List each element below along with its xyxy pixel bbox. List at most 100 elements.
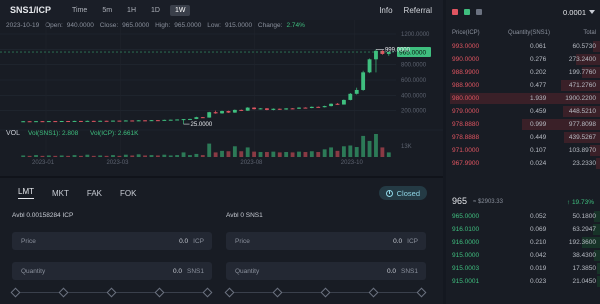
view-bids-icon[interactable] <box>464 9 470 15</box>
volume-bar <box>290 152 295 157</box>
tab-lmt[interactable]: LMT <box>18 187 34 199</box>
clock-icon <box>385 189 393 197</box>
volume-bar <box>232 146 237 157</box>
tab-fok[interactable]: FOK <box>120 189 136 198</box>
candle-body <box>46 121 51 123</box>
ask-row[interactable]: 990.0000 0.276 273.2400 <box>446 53 600 66</box>
slider-stop-0[interactable] <box>224 287 235 298</box>
slider-stop-100[interactable] <box>202 287 213 298</box>
row-quantity: 0.024 <box>530 160 547 167</box>
sell-price-input[interactable]: Price 0.0 ICP <box>226 232 426 250</box>
slider-stop-50[interactable] <box>106 287 117 298</box>
row-total: 63.2947 <box>572 226 597 233</box>
slider-stop-25[interactable] <box>58 287 69 298</box>
buy-price-unit: ICP <box>193 237 204 245</box>
ask-row[interactable]: 979.0000 0.459 448.5210 <box>446 105 600 118</box>
candle-body <box>232 109 237 113</box>
timeframe-1h[interactable]: 1H <box>122 5 141 16</box>
timeframe-1d[interactable]: 1D <box>146 5 165 16</box>
bid-row[interactable]: 915.0001 0.023 21.0450 <box>446 275 600 288</box>
info-link[interactable]: Info <box>379 6 392 15</box>
candle-body <box>329 103 333 107</box>
timeframe-1w[interactable]: 1W <box>169 4 191 16</box>
ask-row[interactable]: 980.0000 1.939 1900.2200 <box>446 92 600 105</box>
row-price: 916.0100 <box>452 226 480 233</box>
precision-select[interactable]: 0.0001 <box>563 8 586 17</box>
bid-row[interactable]: 916.0000 0.210 192.3600 <box>446 236 600 249</box>
candle-body <box>194 117 199 119</box>
chevron-down-icon[interactable] <box>589 10 595 14</box>
ask-row[interactable]: 993.0000 0.061 60.5730 <box>446 40 600 53</box>
slider-stop-0[interactable] <box>10 287 21 298</box>
row-price: 915.0000 <box>452 252 480 259</box>
ask-row[interactable]: 988.9000 0.477 471.2760 <box>446 79 600 92</box>
x-tick-label: 2023-10 <box>341 160 364 166</box>
slider-stop-25[interactable] <box>272 287 283 298</box>
bid-row[interactable]: 915.0000 0.042 38.4300 <box>446 249 600 262</box>
bid-row[interactable]: 915.0003 0.019 17.3850 <box>446 262 600 275</box>
candlestick-chart[interactable]: 1200.00001000.0000800.0000600.0000400.00… <box>0 20 443 170</box>
tab-mkt[interactable]: MKT <box>52 189 69 198</box>
volume-bar <box>277 152 282 157</box>
view-asks-icon[interactable] <box>452 9 458 15</box>
buy-amount-slider[interactable] <box>10 287 214 298</box>
sell-quantity-input[interactable]: Quantity 0.0 SNS1 <box>226 262 426 280</box>
buy-quantity-input[interactable]: Quantity 0.0 SNS1 <box>12 262 212 280</box>
volume-bar <box>361 135 366 157</box>
candle-body <box>111 120 115 122</box>
tab-fak[interactable]: FAK <box>87 189 102 198</box>
price-axis-label: 600.0000 <box>401 78 427 84</box>
sell-amount-slider[interactable] <box>224 287 428 298</box>
row-price: 978.8888 <box>452 134 480 141</box>
candle-body <box>258 108 263 110</box>
row-quantity: 0.202 <box>530 69 547 76</box>
slider-stop-75[interactable] <box>154 287 165 298</box>
x-tick-label: 2023-03 <box>106 160 129 166</box>
pair-title[interactable]: SNS1/ICP <box>10 5 51 15</box>
ask-row[interactable]: 967.9900 0.024 23.2330 <box>446 157 600 170</box>
bid-row[interactable]: 965.0000 0.052 50.1800 <box>446 210 600 223</box>
row-price: 967.9900 <box>452 160 480 167</box>
buy-quantity-label: Quantity <box>21 267 46 275</box>
volume-bar <box>168 155 173 157</box>
volume-bar <box>245 147 250 157</box>
candle-body <box>155 120 160 122</box>
last-price-row: 965 ≈ $2903.33 ↑ 19.73% <box>446 195 600 209</box>
row-price: 993.0000 <box>452 43 480 50</box>
row-quantity: 1.939 <box>530 95 547 102</box>
row-quantity: 0.061 <box>530 43 547 50</box>
order-book: 0.0001 Price(ICP) Quantity(SNS1) Total 9… <box>446 0 600 304</box>
row-price: 979.0000 <box>452 108 480 115</box>
timeframe-time[interactable]: Time <box>67 5 92 16</box>
ask-row[interactable]: 978.8888 0.449 439.5267 <box>446 131 600 144</box>
row-price: 990.0000 <box>452 56 480 63</box>
bid-row[interactable]: 916.0100 0.069 63.2947 <box>446 223 600 236</box>
ask-row[interactable]: 988.9900 0.202 199.7760 <box>446 66 600 79</box>
slider-stop-100[interactable] <box>416 287 427 298</box>
volume-bar <box>53 155 58 157</box>
row-total: 21.0450 <box>572 278 597 285</box>
ask-row[interactable]: 978.8880 0.999 977.8098 <box>446 118 600 131</box>
ask-row[interactable]: 971.0000 0.107 103.8970 <box>446 144 600 157</box>
volume-bar <box>155 155 160 157</box>
volume-icp: Vol(ICP): 2.661K <box>90 130 139 137</box>
slider-stop-75[interactable] <box>368 287 379 298</box>
timeframe-5m[interactable]: 5m <box>97 5 117 16</box>
slider-stop-50[interactable] <box>320 287 331 298</box>
candle-body <box>117 120 122 122</box>
candle-body <box>98 120 103 122</box>
referral-link[interactable]: Referral <box>404 6 432 15</box>
row-price: 915.0003 <box>452 265 480 272</box>
closed-button[interactable]: Closed <box>378 186 427 200</box>
row-price: 915.0001 <box>452 278 480 285</box>
volume-bar <box>303 152 308 157</box>
volume-bar <box>59 155 64 157</box>
candle-body <box>290 108 295 110</box>
volume-bar <box>380 147 385 157</box>
candle-body <box>91 120 96 122</box>
view-both-icon[interactable] <box>476 9 482 15</box>
buy-price-input[interactable]: Price 0.0 ICP <box>12 232 212 250</box>
sell-quantity-label: Quantity <box>235 267 260 275</box>
volume-bar <box>252 151 257 157</box>
volume-bar <box>130 155 135 157</box>
